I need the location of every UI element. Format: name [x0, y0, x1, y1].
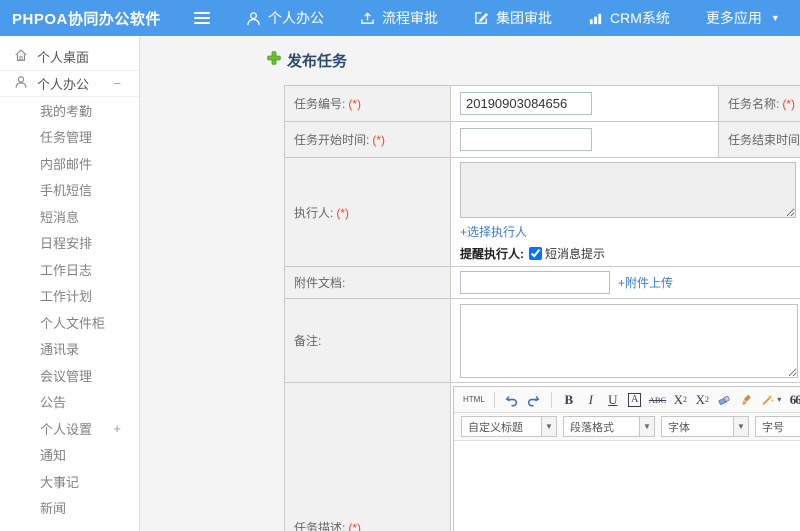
task-number-input[interactable]: [460, 92, 592, 115]
remark-value-cell: [450, 298, 800, 383]
editor-toolbar-row1: HTML B I U A ABC X 2 X 2 ▾ 66: [454, 387, 800, 413]
nav-more-apps[interactable]: 更多应用 ▼: [706, 8, 780, 28]
autotype-wand-icon[interactable]: ▾: [758, 390, 783, 410]
caret-down-icon: ▼: [541, 417, 556, 436]
toolbar-separator: [493, 391, 495, 408]
collapse-icon[interactable]: −: [113, 76, 121, 91]
required-mark: (*): [336, 205, 350, 220]
remark-label-cell: 备注:: [284, 298, 451, 383]
autotypeset-button[interactable]: A: [625, 390, 645, 410]
executor-value-cell: +选择执行人 提醒执行人: 短消息提示: [450, 157, 800, 267]
sidebar-item-short-message[interactable]: 短消息: [0, 203, 139, 230]
paragraph-format-select[interactable]: 段落格式 ▼: [563, 416, 655, 437]
task-number-label-cell: 任务编号: (*): [284, 85, 451, 122]
task-number-value-cell: [450, 85, 719, 122]
sidebar-item-news[interactable]: 新闻: [0, 495, 139, 522]
bold-button[interactable]: B: [559, 390, 579, 410]
sidebar-item-personal-files[interactable]: 个人文件柜: [0, 309, 139, 336]
caret-down-icon: ▼: [639, 417, 654, 436]
sidebar: 个人桌面 个人办公 − 我的考勤 任务管理 内部邮件 手机短信 短消息 日程安排…: [0, 36, 140, 531]
sidebar-item-events[interactable]: 大事记: [0, 468, 139, 495]
remind-executor-label: 提醒执行人:: [460, 247, 524, 261]
sidebar-item-notice[interactable]: 通知: [0, 442, 139, 469]
sidebar-item-personal-settings[interactable]: 个人设置 +: [0, 415, 139, 442]
required-mark: (*): [372, 133, 386, 147]
attachment-value-cell: +附件上传: [450, 266, 800, 299]
caret-down-icon: ▼: [733, 417, 748, 436]
sidebar-item-contacts[interactable]: 通讯录: [0, 336, 139, 363]
blockquote-button[interactable]: 66: [785, 390, 800, 410]
sidebar-item-work-plan[interactable]: 工作计划: [0, 283, 139, 310]
attachment-input[interactable]: [460, 271, 610, 294]
start-time-input[interactable]: [460, 128, 592, 151]
format-brush-icon[interactable]: [736, 390, 756, 410]
caret-down-icon: ▼: [770, 13, 780, 23]
bar-chart-icon: [588, 11, 603, 26]
sidebar-item-work-log[interactable]: 工作日志: [0, 256, 139, 283]
attachment-upload-link[interactable]: +附件上传: [618, 274, 673, 291]
eraser-icon[interactable]: [714, 390, 734, 410]
top-nav: 个人办公 流程审批 集团审批 CRM系统 更多应用 ▼: [246, 8, 780, 28]
main-area: 发布任务 任务编号:(*) 任务名称:(*): [140, 36, 800, 531]
publish-task-form: 任务编号:(*) 任务名称:(*) 任务开始时间:(*): [284, 85, 800, 531]
user-icon: [246, 11, 261, 26]
required-mark: (*): [782, 97, 796, 111]
home-icon: [14, 48, 28, 65]
editor-content-area[interactable]: [454, 441, 800, 531]
superscript-button[interactable]: X2: [670, 390, 690, 410]
toolbar-separator: [550, 391, 552, 408]
page-title: 发布任务: [267, 49, 800, 71]
plus-icon: [267, 51, 281, 69]
custom-title-select[interactable]: 自定义标题 ▼: [461, 416, 557, 437]
group-approve-icon: [474, 11, 489, 26]
user-icon: [14, 75, 28, 92]
strikethrough-button[interactable]: ABC: [647, 390, 668, 410]
remark-textarea[interactable]: [460, 303, 798, 378]
sidebar-item-personal-desktop[interactable]: 个人桌面: [0, 44, 139, 71]
sms-remind-option: 短消息提示: [529, 245, 605, 262]
undo-icon[interactable]: [502, 390, 522, 410]
attachment-label-cell: 附件文档:: [284, 266, 451, 299]
start-time-value-cell: [450, 121, 719, 158]
font-size-select[interactable]: 字号 ▼: [755, 416, 800, 437]
italic-button[interactable]: I: [581, 390, 601, 410]
hamburger-menu-icon[interactable]: [194, 12, 210, 24]
start-time-label-cell: 任务开始时间: (*): [284, 121, 451, 158]
top-header: PHPOA协同办公软件 个人办公 流程审批 集团审批 CRM系统 更多应用 ▼: [0, 0, 800, 36]
underline-button[interactable]: U: [603, 390, 623, 410]
required-mark: (*): [348, 521, 362, 531]
sidebar-item-mobile-sms[interactable]: 手机短信: [0, 177, 139, 204]
subscript-button[interactable]: X2: [692, 390, 712, 410]
sidebar-item-personal-office[interactable]: 个人办公 −: [0, 71, 139, 97]
expand-icon[interactable]: +: [113, 421, 121, 436]
sidebar-item-announcement[interactable]: 公告: [0, 389, 139, 416]
editor-toolbar-row2: 自定义标题 ▼ 段落格式 ▼ 字体 ▼ 字号: [454, 413, 800, 441]
end-time-label-cell: 任务结束时间:(*): [718, 121, 800, 158]
html-source-button[interactable]: HTML: [461, 390, 487, 410]
workflow-approve-icon: [360, 11, 375, 26]
task-name-label-cell: 任务名称: (*): [718, 85, 800, 122]
task-description-value-cell: HTML B I U A ABC X 2 X 2 ▾ 66 自定义标题 ▼ 段落…: [450, 382, 800, 531]
nav-workflow-approval[interactable]: 流程审批: [360, 8, 438, 28]
required-mark: (*): [348, 97, 362, 111]
nav-group-approval[interactable]: 集团审批: [474, 8, 552, 28]
task-description-label-cell: 任务描述: (*): [284, 382, 451, 531]
sidebar-item-task-management[interactable]: 任务管理: [0, 124, 139, 151]
sidebar-item-internal-mail[interactable]: 内部邮件: [0, 150, 139, 177]
nav-crm-system[interactable]: CRM系统: [588, 8, 670, 28]
caret-down-icon: ▾: [777, 395, 782, 404]
sidebar-item-my-attendance[interactable]: 我的考勤: [0, 97, 139, 124]
choose-executor-link[interactable]: +选择执行人: [460, 223, 800, 240]
sidebar-item-schedule[interactable]: 日程安排: [0, 230, 139, 257]
rich-text-editor: HTML B I U A ABC X 2 X 2 ▾ 66 自定义标题 ▼ 段落…: [453, 386, 800, 531]
sidebar-item-meeting-management[interactable]: 会议管理: [0, 362, 139, 389]
nav-personal-office[interactable]: 个人办公: [246, 8, 324, 28]
sms-remind-checkbox[interactable]: [529, 247, 542, 260]
font-family-select[interactable]: 字体 ▼: [661, 416, 749, 437]
executor-label-cell: 执行人: (*): [284, 157, 451, 267]
executor-textarea[interactable]: [460, 162, 796, 218]
app-logo: PHPOA协同办公软件: [12, 10, 161, 28]
redo-icon[interactable]: [524, 390, 544, 410]
